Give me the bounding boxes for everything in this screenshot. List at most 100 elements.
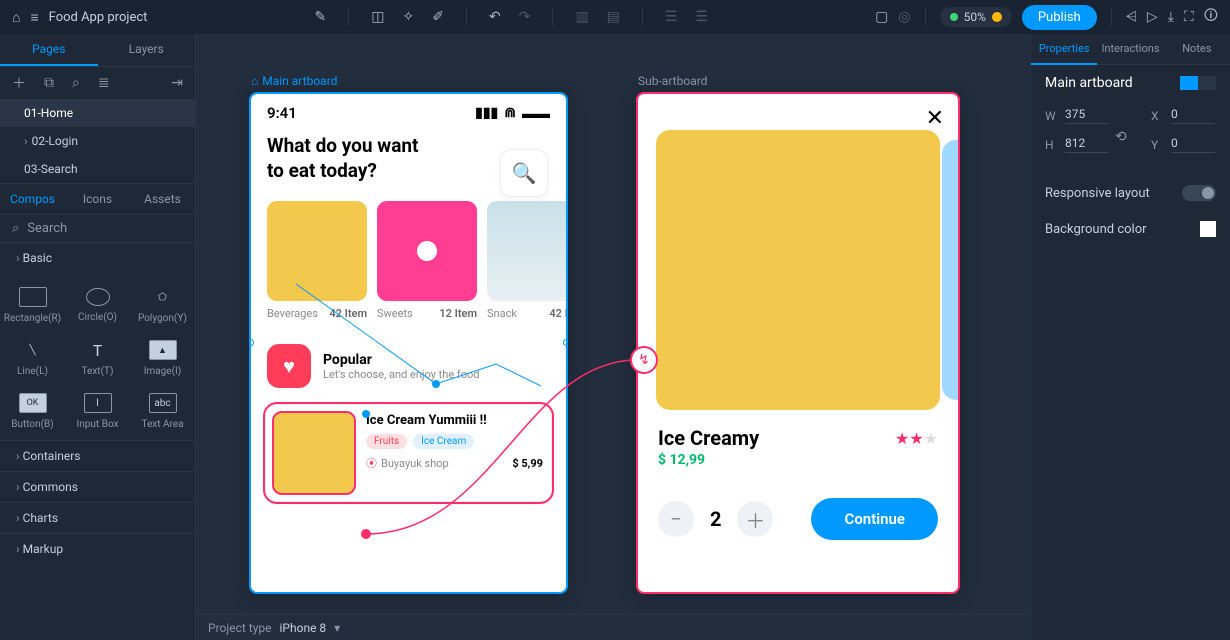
- status-bar: 9:41 ▮▮▮ ⋒ ▬▬: [251, 94, 566, 126]
- heart-icon: ♥: [267, 344, 311, 388]
- comp-text[interactable]: TText(T): [65, 330, 130, 383]
- comp-textarea[interactable]: abcText Area: [130, 383, 195, 436]
- bg-swatch[interactable]: [1200, 221, 1216, 237]
- export-page-icon[interactable]: ⇥: [171, 75, 183, 91]
- tool-brush-icon[interactable]: ✐: [432, 9, 444, 25]
- align-h2-icon[interactable]: ▤: [607, 9, 620, 25]
- comp-input[interactable]: IInput Box: [65, 383, 130, 436]
- target-icon[interactable]: ◎: [898, 9, 910, 25]
- cat-beverages[interactable]: Beverages42 Item: [267, 201, 367, 320]
- tab-pages[interactable]: Pages: [0, 34, 98, 66]
- x-input[interactable]: 0: [1171, 107, 1215, 124]
- page-item-login[interactable]: ›02-Login: [0, 127, 195, 155]
- status-dot-icon: [950, 13, 958, 21]
- signal-icon: ▮▮▮: [475, 105, 498, 121]
- project-name: Food App project: [49, 10, 148, 25]
- comp-image[interactable]: ▲Image(I): [130, 330, 195, 383]
- comp-button[interactable]: OKButton(B): [0, 383, 65, 436]
- canvas-status-bar: Project type iPhone 8 ▾: [196, 614, 1030, 640]
- detail-price: $ 12,99: [638, 450, 958, 468]
- tag-icecream: Ice Cream: [413, 434, 474, 449]
- group-basic[interactable]: Basic: [0, 242, 195, 273]
- comp-circle[interactable]: Circle(O): [65, 277, 130, 330]
- search-page-icon[interactable]: ⌕: [72, 75, 80, 91]
- group-containers[interactable]: Containers: [0, 440, 195, 471]
- tab-layers[interactable]: Layers: [98, 34, 196, 66]
- search-button[interactable]: 🔍: [500, 149, 548, 197]
- detail-title: Ice Creamy: [658, 426, 759, 450]
- tag-fruits: Fruits: [366, 434, 407, 449]
- plus-badge-icon: [992, 12, 1002, 22]
- rtab-properties[interactable]: Properties: [1031, 34, 1097, 65]
- comp-line[interactable]: ╲Line(L): [0, 330, 65, 383]
- help-icon[interactable]: 🛈: [1204, 5, 1218, 29]
- device-icon[interactable]: ▢: [875, 9, 888, 25]
- qty-minus[interactable]: −: [658, 501, 694, 537]
- height-input[interactable]: 812: [1065, 136, 1109, 153]
- close-icon[interactable]: ✕: [926, 106, 944, 131]
- group-charts[interactable]: Charts: [0, 502, 195, 533]
- page-item-search[interactable]: 03-Search: [0, 155, 195, 183]
- link-dims-icon[interactable]: ⟲: [1115, 129, 1230, 145]
- comp-polygon[interactable]: ⬠Polygon(Y): [130, 277, 195, 330]
- publish-button[interactable]: Publish: [1022, 5, 1097, 30]
- undo-icon[interactable]: ↶: [489, 9, 501, 25]
- search-icon: ⌕: [12, 221, 19, 236]
- product-card[interactable]: Ice Cream Yummiii !! Fruits Ice Cream ⦿B…: [265, 404, 552, 502]
- wifi-icon: ⋒: [504, 105, 516, 121]
- continue-button[interactable]: Continue: [811, 498, 938, 540]
- tool-wand-icon[interactable]: ✧: [403, 9, 415, 25]
- align-v1-icon[interactable]: ☰: [665, 9, 678, 25]
- artboard-sub[interactable]: ✕ Ice Creamy ★★★ $ 12,99 − 2 ＋ Continue: [638, 94, 958, 592]
- align-h1-icon[interactable]: ▥: [575, 9, 588, 25]
- libtab-compos[interactable]: Compos: [0, 184, 65, 214]
- time-label: 9:41: [267, 104, 297, 122]
- product-price: $ 5,99: [512, 457, 543, 470]
- popular-header: ♥ Popular Let's choose, and enjoy the fo…: [267, 344, 550, 388]
- location-icon: ⦿: [366, 455, 377, 471]
- artboard-main[interactable]: 9:41 ▮▮▮ ⋒ ▬▬ What do you want to eat to…: [251, 94, 566, 592]
- chevron-down-icon[interactable]: ▾: [334, 621, 340, 635]
- menu-icon[interactable]: ≡: [30, 9, 38, 26]
- duplicate-page-icon[interactable]: ⧉: [44, 75, 54, 91]
- group-commons[interactable]: Commons: [0, 471, 195, 502]
- comp-rectangle[interactable]: Rectangle(R): [0, 277, 65, 330]
- rtab-notes[interactable]: Notes: [1164, 34, 1230, 65]
- cat-sweets[interactable]: Sweets12 Item: [377, 201, 477, 320]
- page-item-home[interactable]: 01-Home: [0, 99, 195, 127]
- cat-snack[interactable]: Snack42 Item: [487, 201, 566, 320]
- left-panel: Pages Layers ＋ ⧉ ⌕ ≣ ⇥ 01-Home ›02-Login…: [0, 34, 196, 640]
- artboard-label-sub[interactable]: Sub-artboard: [638, 74, 707, 88]
- width-input[interactable]: 375: [1065, 107, 1109, 124]
- artboard-label-main[interactable]: ⌂ Main artboard: [251, 74, 337, 88]
- category-row: Beverages42 Item Sweets12 Item Snack42 I…: [251, 183, 566, 320]
- share-icon[interactable]: ⩤: [1126, 9, 1137, 25]
- libtab-icons[interactable]: Icons: [65, 184, 130, 214]
- bg-label: Background color: [1045, 222, 1147, 237]
- orientation-toggle[interactable]: [1180, 76, 1216, 90]
- redo-icon[interactable]: ↷: [519, 9, 531, 25]
- magnifier-icon: 🔍: [512, 161, 537, 185]
- fullscreen-icon[interactable]: ⛶: [1184, 9, 1194, 25]
- play-icon[interactable]: ▷: [1147, 9, 1158, 25]
- product-title: Ice Cream Yummiii !!: [366, 413, 543, 428]
- list-page-icon[interactable]: ≣: [98, 75, 110, 91]
- battery-icon: ▬▬: [522, 105, 550, 122]
- tool-crop-icon[interactable]: ◫: [371, 9, 384, 25]
- add-page-icon[interactable]: ＋: [12, 73, 26, 93]
- zoom-control[interactable]: 50%: [940, 7, 1012, 27]
- responsive-switch[interactable]: [1182, 185, 1216, 201]
- headline: What do you want to eat today?: [251, 126, 451, 183]
- search-input[interactable]: Search: [27, 221, 67, 236]
- home-icon[interactable]: ⌂: [12, 9, 20, 26]
- canvas-area[interactable]: ⌂ Main artboard Sub-artboard 9:41 ▮▮▮ ⋒ …: [196, 34, 1030, 640]
- align-v2-icon[interactable]: ☰: [695, 9, 708, 25]
- link-icon[interactable]: ↯: [630, 346, 658, 374]
- download-icon[interactable]: ⤓: [1168, 9, 1174, 25]
- tool-pencil-icon[interactable]: ✎: [315, 9, 327, 25]
- rtab-interactions[interactable]: Interactions: [1097, 34, 1163, 65]
- rating-stars: ★★★: [895, 429, 938, 448]
- group-markup[interactable]: Markup: [0, 533, 195, 564]
- qty-plus[interactable]: ＋: [737, 501, 773, 537]
- libtab-assets[interactable]: Assets: [130, 184, 195, 214]
